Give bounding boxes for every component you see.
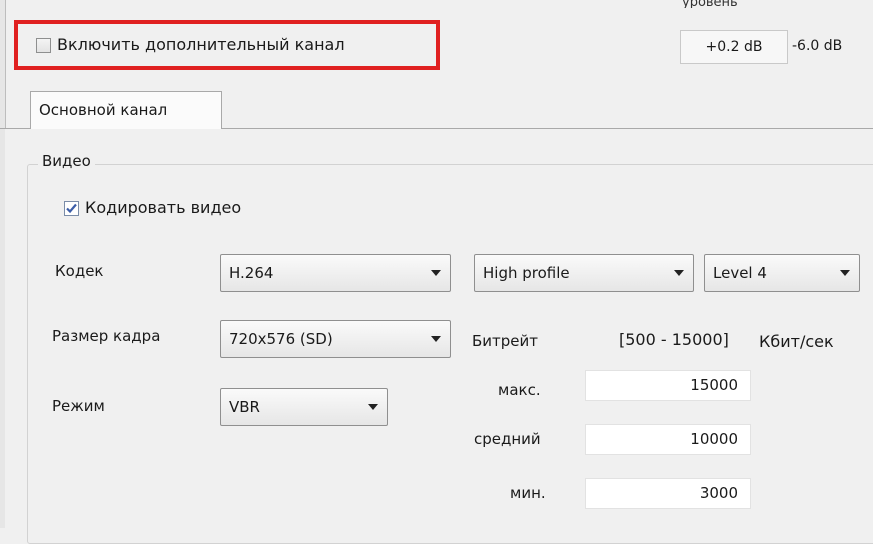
encode-video-checkbox[interactable]	[64, 201, 79, 216]
level-value-label: -6.0 dB	[792, 38, 843, 54]
extra-channel-checkbox[interactable]	[36, 38, 51, 53]
profile-value: High profile	[483, 264, 570, 282]
bitrate-min-input[interactable]: 3000	[585, 478, 751, 509]
codec-value: H.264	[229, 264, 274, 282]
frame-size-label: Размер кадра	[52, 327, 161, 345]
profile-dropdown[interactable]: High profile	[474, 254, 694, 292]
video-group-title: Видео	[38, 152, 95, 170]
level-caption-cut: уровень	[682, 0, 738, 8]
mode-label: Режим	[52, 397, 105, 415]
level-value-box: +0.2 dB	[680, 30, 788, 64]
chevron-down-icon	[368, 404, 378, 410]
bitrate-range: [500 - 15000]	[619, 330, 729, 349]
chevron-down-icon	[674, 270, 684, 276]
chevron-down-icon	[431, 336, 441, 342]
codec-label: Кодек	[55, 262, 104, 280]
extra-channel-label[interactable]: Включить дополнительный канал	[57, 35, 345, 54]
mode-dropdown[interactable]: VBR	[220, 388, 388, 426]
frame-size-dropdown[interactable]: 720x576 (SD)	[220, 320, 451, 358]
codec-dropdown[interactable]: H.264	[220, 254, 451, 292]
bitrate-avg-label: средний	[474, 430, 541, 448]
bitrate-max-label: макс.	[498, 381, 541, 399]
bitrate-max-input[interactable]: 15000	[585, 370, 751, 401]
chevron-down-icon	[431, 270, 441, 276]
bitrate-unit: Кбит/сек	[759, 332, 834, 351]
checkmark-icon	[66, 203, 77, 214]
bitrate-avg-input[interactable]: 10000	[585, 424, 751, 455]
level-dropdown[interactable]: Level 4	[704, 254, 860, 292]
encode-video-label[interactable]: Кодировать видео	[85, 198, 241, 217]
mode-value: VBR	[229, 398, 260, 416]
bitrate-label: Битрейт	[472, 332, 539, 350]
bitrate-min-label: мин.	[510, 484, 546, 502]
tab-main-channel[interactable]: Основной канал	[30, 91, 222, 129]
level-value: Level 4	[713, 264, 767, 282]
frame-size-value: 720x576 (SD)	[229, 330, 333, 348]
chevron-down-icon	[840, 270, 850, 276]
